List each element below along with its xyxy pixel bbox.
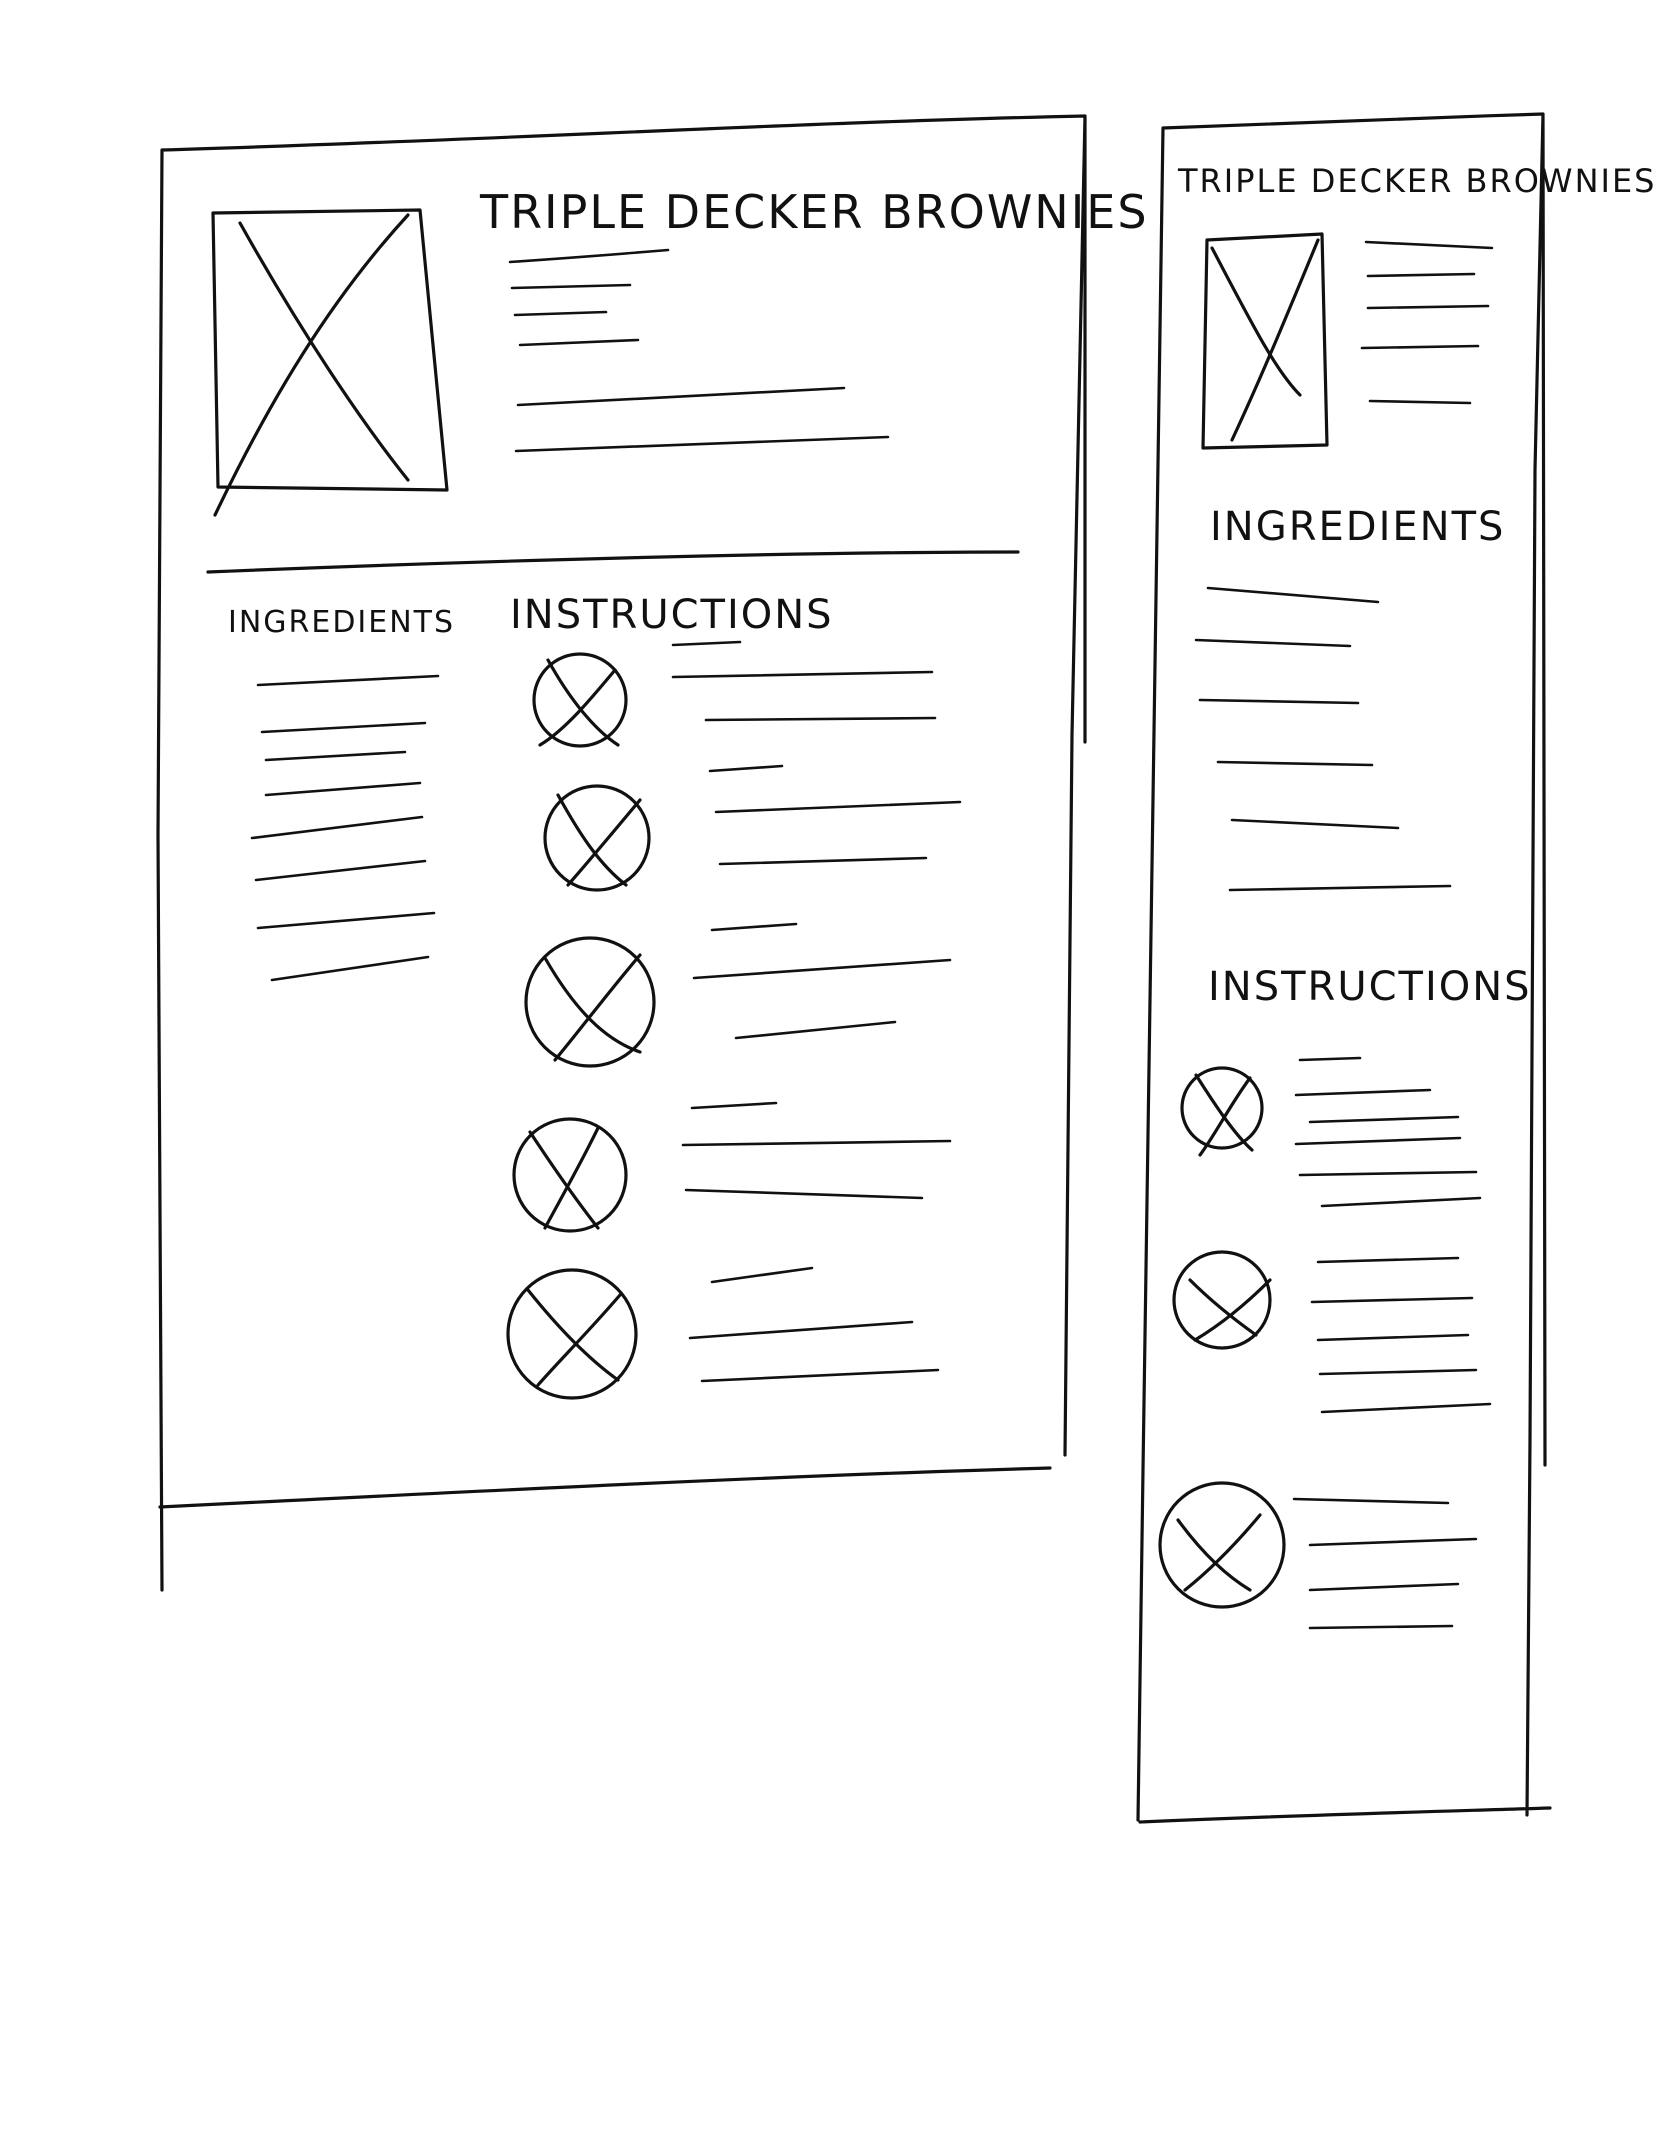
instructions-heading: INSTRUCTIONS: [510, 592, 834, 638]
mobile-wireframe: TRIPLE DECKER BROWNIES INGREDIENTS INSTR: [1136, 112, 1656, 1824]
step-image-placeholder-icon: [1172, 1250, 1272, 1350]
list-item: [1216, 760, 1374, 767]
header-divider: [206, 550, 1020, 574]
list-item: [256, 911, 436, 930]
mobile-ingredients-heading: INGREDIENTS: [1210, 504, 1505, 550]
step-image-placeholder-icon: [524, 936, 656, 1068]
ingredients-heading: INGREDIENTS: [228, 605, 455, 640]
list-item: [1230, 818, 1400, 830]
step-image-placeholder-icon: [506, 1268, 638, 1400]
step-image-placeholder-icon: [512, 1117, 628, 1233]
list-item: [264, 750, 407, 762]
list-item: [1206, 586, 1380, 604]
instruction-step: [1172, 1250, 1492, 1414]
instruction-step: [506, 1268, 940, 1400]
recipe-title: TRIPLE DECKER BROWNIES: [479, 185, 1149, 239]
mobile-instructions-heading: INSTRUCTIONS: [1208, 964, 1532, 1010]
step-image-placeholder-icon: [1180, 1066, 1264, 1157]
instruction-step: [1180, 1056, 1482, 1208]
instruction-step: [1158, 1481, 1478, 1630]
ingredients-list: [250, 674, 440, 982]
desktop-wireframe: TRIPLE DECKER BROWNIES INGREDIENTS INSTR…: [156, 114, 1149, 1592]
instructions-underline: [671, 640, 742, 647]
list-item: [1194, 638, 1352, 648]
list-item: [1228, 884, 1452, 892]
step-image-placeholder-icon: [532, 652, 628, 748]
mobile-recipe-title: TRIPLE DECKER BROWNIES: [1177, 162, 1656, 200]
list-item: [260, 721, 427, 734]
list-item: [1198, 698, 1360, 705]
list-item: [256, 674, 440, 687]
step-image-placeholder-icon: [1158, 1481, 1286, 1609]
image-placeholder-icon: [211, 208, 449, 517]
mobile-recipe-meta: [1360, 240, 1494, 405]
instructions-list: [506, 652, 962, 1400]
list-item: [270, 955, 430, 982]
desktop-frame: [156, 114, 1087, 1592]
list-item: [250, 815, 424, 840]
step-image-placeholder-icon: [543, 784, 651, 892]
list-item: [264, 781, 422, 797]
recipe-meta: [510, 283, 890, 453]
instruction-step: [512, 1117, 952, 1284]
mobile-ingredients-list: [1194, 586, 1452, 892]
mobile-instructions-list: [1158, 1056, 1492, 1630]
image-placeholder-icon: [1201, 232, 1329, 450]
instruction-step: [524, 936, 952, 1110]
instruction-step: [532, 652, 937, 773]
wireframe-sketch: TRIPLE DECKER BROWNIES INGREDIENTS INSTR…: [156, 112, 1656, 1824]
title-underline: [508, 248, 670, 264]
instruction-step: [543, 784, 962, 932]
list-item: [254, 859, 427, 882]
